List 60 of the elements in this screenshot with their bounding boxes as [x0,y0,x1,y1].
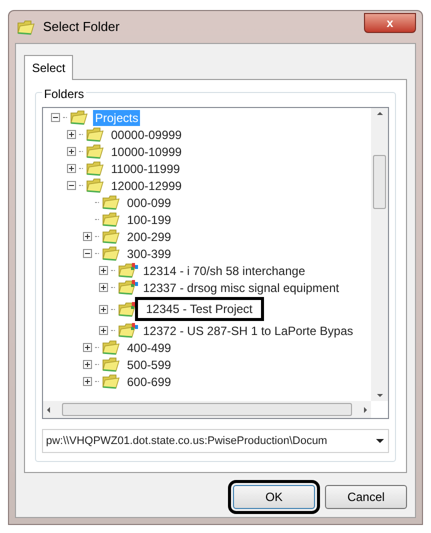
tree-item[interactable]: 12337 - drsog misc signal equipment [141,280,342,296]
folder-icon [102,229,122,244]
scroll-down-icon[interactable] [376,394,382,397]
expand-toggle[interactable] [67,164,76,173]
expand-toggle[interactable] [83,360,92,369]
path-dropdown[interactable]: pw:\\VHQPWZ01.dot.state.co.us:PwiseProduction\Docum [42,429,389,453]
expand-toggle[interactable] [99,304,108,314]
expand-toggle[interactable] [67,147,76,156]
tab[interactable]: Select [24,55,74,80]
folder-icon [86,178,106,193]
close-button[interactable]: x [364,13,416,33]
folder-icon [102,246,122,261]
project-folder-icon [118,263,138,278]
tree-item[interactable]: 100-199 [125,212,174,228]
dialog-button[interactable]: Cancel [325,485,407,509]
folder-icon [102,374,122,389]
collapse-toggle[interactable] [67,181,76,190]
tree-item[interactable]: 12372 - US 287-SH 1 to LaPorte Bypas [141,322,356,338]
expand-toggle[interactable] [83,377,92,386]
folder-icon [86,144,106,159]
tree-item[interactable]: 200-299 [125,228,174,244]
tree-item[interactable]: 400-499 [125,340,174,356]
expand-toggle[interactable] [83,232,92,241]
expand-toggle[interactable] [99,326,108,335]
collapse-toggle[interactable] [51,113,60,122]
window-title: Select Folder [43,18,120,36]
tree-item[interactable]: 00000-09999 [109,126,184,142]
folder-icon [70,110,90,125]
expand-toggle[interactable] [99,283,108,292]
scroll-right-icon[interactable] [364,406,367,412]
tree-item[interactable]: 12000-12999 [109,178,184,194]
scroll-up-icon[interactable] [376,112,382,115]
project-folder-icon [118,302,138,316]
vertical-scrollbar[interactable] [371,108,388,401]
folder-icon [86,127,106,142]
horizontal-scrollbar[interactable] [43,401,371,418]
expand-toggle[interactable] [99,266,108,275]
scroll-thumb[interactable] [373,155,386,209]
scroll-left-icon[interactable] [47,406,50,412]
dropdown-caret-icon [376,439,384,443]
folder-icon [102,357,122,372]
tree-item[interactable]: 500-599 [125,356,174,372]
project-folder-icon [118,323,138,338]
tree-item[interactable]: 12314 - i 70/sh 58 interchange [141,262,308,278]
collapse-toggle[interactable] [83,249,92,258]
folder-icon [102,195,122,210]
tree-item[interactable]: 600-699 [125,374,174,390]
folder-icon [17,20,37,34]
tree-item[interactable]: 300-399 [125,246,174,262]
folder-icon [102,340,122,355]
tree-item[interactable]: 12345 - Test Project [144,301,255,317]
tree-item[interactable]: 11000-11999 [109,160,182,176]
tree-item[interactable]: 000-099 [125,194,174,210]
project-folder-icon [118,280,138,295]
folder-icon [102,212,122,227]
expand-toggle[interactable] [83,343,92,352]
tree-item[interactable]: 10000-10999 [109,144,184,160]
folder-icon [86,161,106,176]
scroll-thumb[interactable] [62,403,352,416]
expand-toggle[interactable] [67,130,76,139]
